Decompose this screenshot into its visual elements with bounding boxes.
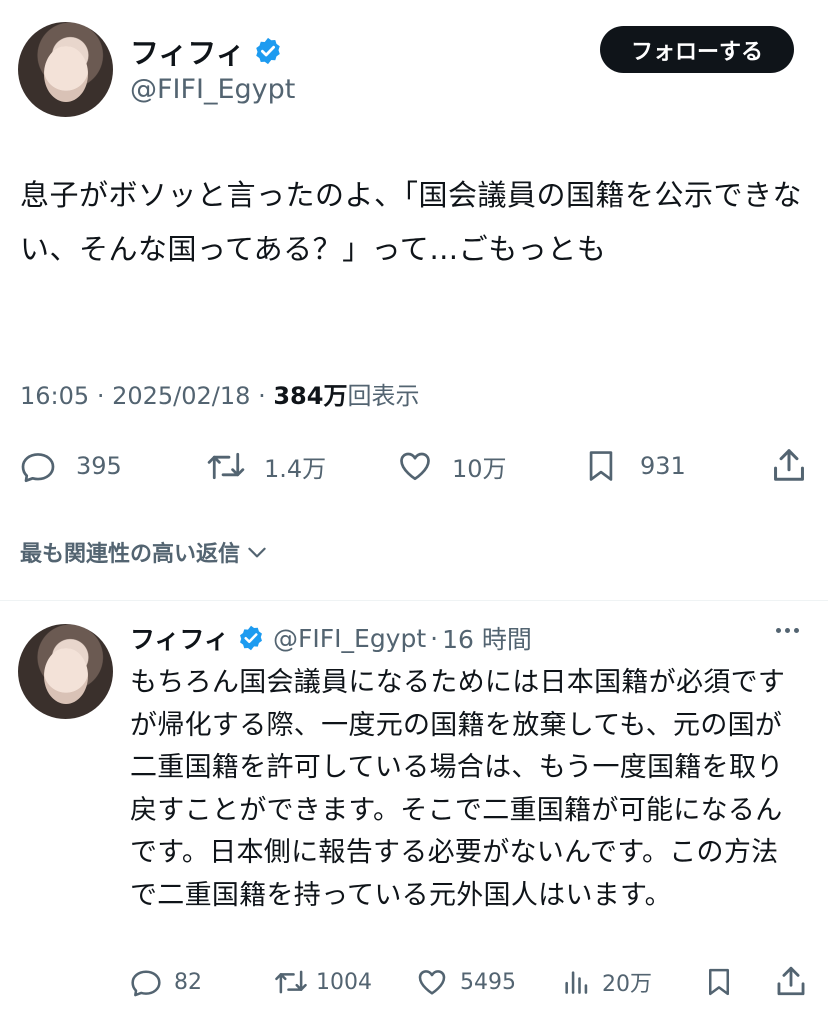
bar-chart-icon	[565, 971, 588, 994]
reply-count: 395	[76, 452, 122, 480]
retweet-button[interactable]: 1.4万	[204, 448, 326, 484]
tweet-meta: 16:05 · 2025/02/18 · 384万回表示	[20, 376, 419, 411]
reply-views-count: 20万	[602, 972, 652, 997]
reply-like-count: 5495	[460, 969, 516, 995]
avatar-face	[44, 648, 88, 704]
reply-author-name[interactable]: フィフィ	[130, 620, 229, 656]
reply-author-handle[interactable]: @FIFI_Egypt	[273, 624, 426, 653]
dot	[785, 628, 790, 633]
tweet-date[interactable]: 2025/02/18	[112, 382, 250, 410]
section-divider	[0, 600, 828, 601]
reply-reply-button[interactable]: 82	[130, 966, 202, 998]
share-icon	[777, 966, 805, 996]
follow-button[interactable]: フォローする	[600, 26, 794, 73]
speech-bubble-icon	[131, 970, 161, 997]
dot	[794, 628, 799, 633]
reply-reply-count: 82	[174, 969, 202, 995]
share-button[interactable]	[770, 446, 808, 484]
tweet-text: 息子がボソッと言ったのよ、「国会議員の国籍を公示できない、そんな国ってある？」っ…	[20, 178, 803, 266]
author-name-row[interactable]: フィフィ	[130, 30, 283, 72]
reply-header: フィフィ @FIFI_Egypt · 16 時間	[130, 620, 532, 656]
author-handle[interactable]: @FIFI_Egypt	[130, 74, 295, 105]
reply-like-button[interactable]: 5495	[416, 966, 516, 998]
meta-separator: ·	[96, 382, 105, 410]
tweet-time[interactable]: 16:05	[20, 382, 89, 410]
bookmark-button[interactable]: 931	[584, 448, 686, 484]
heart-icon	[418, 970, 446, 995]
related-replies-label: 最も関連性の高い返信	[20, 542, 241, 567]
like-button[interactable]: 10万	[396, 448, 507, 484]
reply-time[interactable]: 16 時間	[442, 620, 532, 656]
author-avatar[interactable]	[18, 22, 113, 117]
bookmark-icon	[589, 451, 613, 481]
views-count: 384万	[273, 382, 348, 410]
retweet-count: 1.4万	[264, 454, 327, 483]
reply-retweet-button[interactable]: 1004	[272, 966, 372, 998]
reply-author-avatar[interactable]	[18, 624, 113, 719]
reply-button[interactable]: 395	[20, 448, 122, 484]
retweet-icon	[207, 452, 245, 480]
reply-bookmark-button[interactable]	[704, 966, 734, 998]
retweet-icon	[275, 970, 307, 994]
reply-share-button[interactable]	[774, 964, 808, 998]
reply-retweet-count: 1004	[316, 969, 372, 995]
views-label: 回表示	[347, 382, 420, 410]
like-count: 10万	[452, 454, 507, 483]
verified-badge-icon	[240, 625, 262, 651]
meta-separator: ·	[258, 382, 266, 410]
chevron-down-icon	[248, 547, 266, 558]
reply-views-button[interactable]: 20万	[562, 966, 652, 998]
bookmark-count: 931	[640, 452, 686, 480]
speech-bubble-icon	[21, 453, 55, 483]
author-name[interactable]: フィフィ	[130, 30, 245, 72]
heart-icon	[400, 452, 430, 481]
avatar-face	[44, 46, 88, 102]
related-replies-toggle[interactable]: 最も関連性の高い返信	[20, 536, 270, 568]
verified-badge-icon	[256, 37, 280, 65]
dot	[776, 628, 781, 633]
bookmark-icon	[709, 968, 729, 996]
share-icon	[774, 449, 804, 481]
more-dots-icon[interactable]	[776, 628, 799, 633]
reply-separator: ·	[430, 623, 439, 653]
reply-text: もちろん国会議員になるためには日本国籍が必須ですが帰化する際、一度元の国籍を放棄…	[130, 667, 786, 911]
